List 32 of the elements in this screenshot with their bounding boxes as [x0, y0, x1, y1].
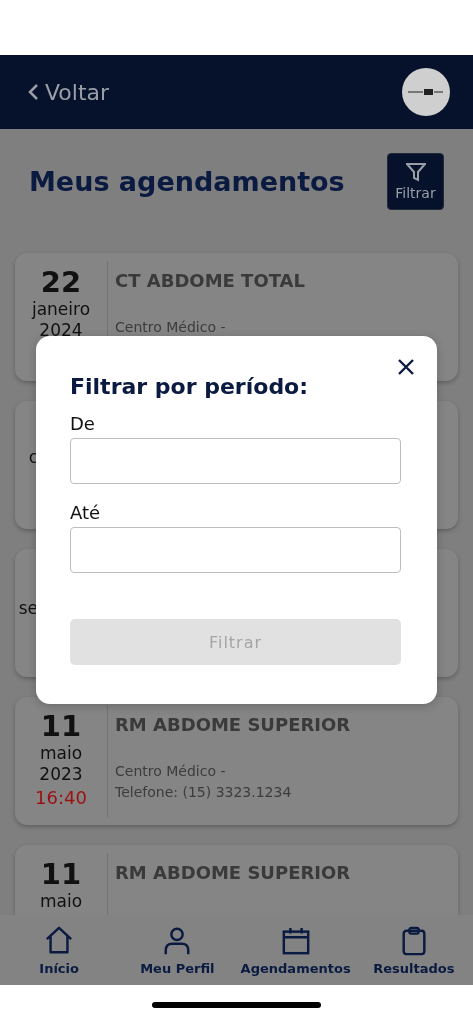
- appointment-card[interactable]: 11 maio 2023 16:40 RM ABDOME SUPERIOR Centro Médico - Telefone: (15) 3323.1234: [15, 697, 458, 825]
- exam-name: RM ABDOME SUPERIOR: [115, 714, 351, 735]
- field-label: Até: [70, 502, 102, 523]
- chevron-left-icon: [28, 83, 39, 101]
- clinic-name: Centro Médico -: [115, 762, 227, 781]
- appointment-day: 11: [40, 709, 82, 743]
- appointment-month: maio: [39, 891, 83, 912]
- appointment-year: 2024: [39, 320, 83, 341]
- filter-icon: [405, 162, 426, 182]
- appointment-month: maio: [39, 743, 83, 764]
- nav-tab[interactable]: Início: [0, 915, 119, 985]
- close-icon: [397, 358, 415, 376]
- appointment-year: 2023: [39, 764, 83, 785]
- date-field[interactable]: [70, 438, 401, 484]
- page-title: Meus agendamentos: [29, 166, 345, 197]
- clinic-phone: Telefone: (15) 3323.1234: [115, 783, 293, 802]
- clinic-name: Centro Médico -: [115, 318, 227, 337]
- nav-tab[interactable]: Agendamentos: [236, 915, 355, 985]
- appointment-card[interactable]: 11 maio RM ABDOME SUPERIOR: [15, 845, 458, 915]
- date-field[interactable]: [70, 527, 401, 573]
- appointment-day: 22: [40, 265, 82, 299]
- appointment-time: 16:40: [35, 787, 87, 808]
- back-button[interactable]: Voltar: [28, 79, 110, 105]
- exam-name: RM ABDOME SUPERIOR: [115, 862, 351, 883]
- exam-name: CT ABDOME TOTAL: [115, 270, 305, 291]
- nav-tab[interactable]: Resultados: [354, 915, 473, 985]
- field-label: De: [70, 413, 96, 434]
- logo-icon: [408, 89, 444, 95]
- filter-button[interactable]: Filtrar: [387, 153, 444, 210]
- appointment-day: 11: [40, 857, 82, 891]
- appointment-month: janeiro: [31, 299, 91, 320]
- nav-tab[interactable]: Meu Perfil: [118, 915, 237, 985]
